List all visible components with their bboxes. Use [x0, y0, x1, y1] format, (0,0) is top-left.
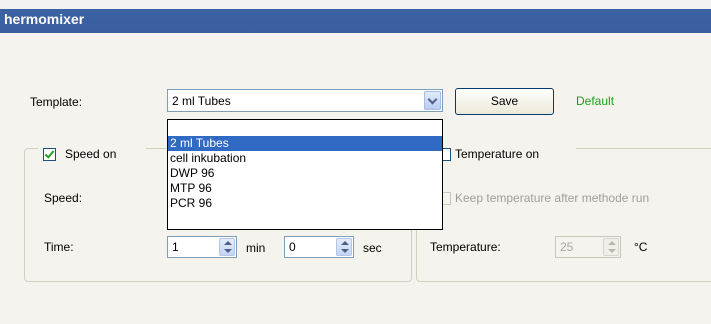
dropdown-blank-row: [168, 120, 442, 136]
min-unit-label: min: [246, 241, 266, 255]
save-button[interactable]: Save: [455, 88, 554, 115]
speed-label: Speed:: [44, 191, 83, 205]
arrow-down-icon[interactable]: [608, 249, 616, 253]
speed-on-checkbox[interactable]: [43, 148, 56, 161]
title-bar: hermomixer: [0, 0, 711, 33]
time-label: Time:: [44, 240, 74, 254]
spinner-arrows[interactable]: [219, 238, 235, 256]
time-sec-value: 0: [289, 240, 296, 254]
speed-on-label: Speed on: [65, 147, 117, 161]
dropdown-option[interactable]: cell inkubation: [168, 151, 442, 166]
temperature-spinner[interactable]: 25: [555, 236, 621, 258]
arrow-up-icon[interactable]: [341, 241, 349, 245]
spinner-arrows[interactable]: [603, 238, 619, 256]
dropdown-option[interactable]: DWP 96: [168, 166, 442, 181]
dropdown-option[interactable]: 2 ml Tubes: [168, 136, 442, 151]
template-dropdown-list[interactable]: 2 ml Tubes cell inkubation DWP 96 MTP 96…: [167, 119, 443, 230]
temperature-on-label: Temperature on: [455, 147, 540, 161]
temperature-value: 25: [560, 240, 574, 254]
dropdown-option[interactable]: PCR 96: [168, 196, 442, 211]
template-combobox[interactable]: 2 ml Tubes: [167, 89, 443, 112]
arrow-down-icon[interactable]: [341, 249, 349, 253]
keep-temperature-label: Keep temperature after methode run: [455, 191, 650, 205]
temperature-unit-label: °C: [634, 240, 648, 254]
arrow-down-icon[interactable]: [224, 249, 232, 253]
window-title: hermomixer: [4, 11, 85, 27]
time-sec-spinner[interactable]: 0: [284, 236, 354, 258]
default-status-text: Default: [576, 94, 615, 108]
temperature-group: [416, 148, 711, 282]
time-min-spinner[interactable]: 1: [167, 236, 237, 258]
dropdown-option[interactable]: MTP 96: [168, 181, 442, 196]
arrow-up-icon[interactable]: [224, 241, 232, 245]
spinner-arrows[interactable]: [336, 238, 352, 256]
chevron-down-icon: [427, 94, 438, 105]
time-min-value: 1: [172, 240, 179, 254]
temperature-label: Temperature:: [430, 240, 501, 254]
checkmark-icon: [44, 148, 55, 159]
sec-unit-label: sec: [363, 241, 382, 255]
combobox-dropdown-button[interactable]: [424, 91, 441, 110]
template-selected-value: 2 ml Tubes: [172, 94, 231, 108]
arrow-up-icon[interactable]: [608, 241, 616, 245]
template-label: Template:: [30, 95, 83, 109]
